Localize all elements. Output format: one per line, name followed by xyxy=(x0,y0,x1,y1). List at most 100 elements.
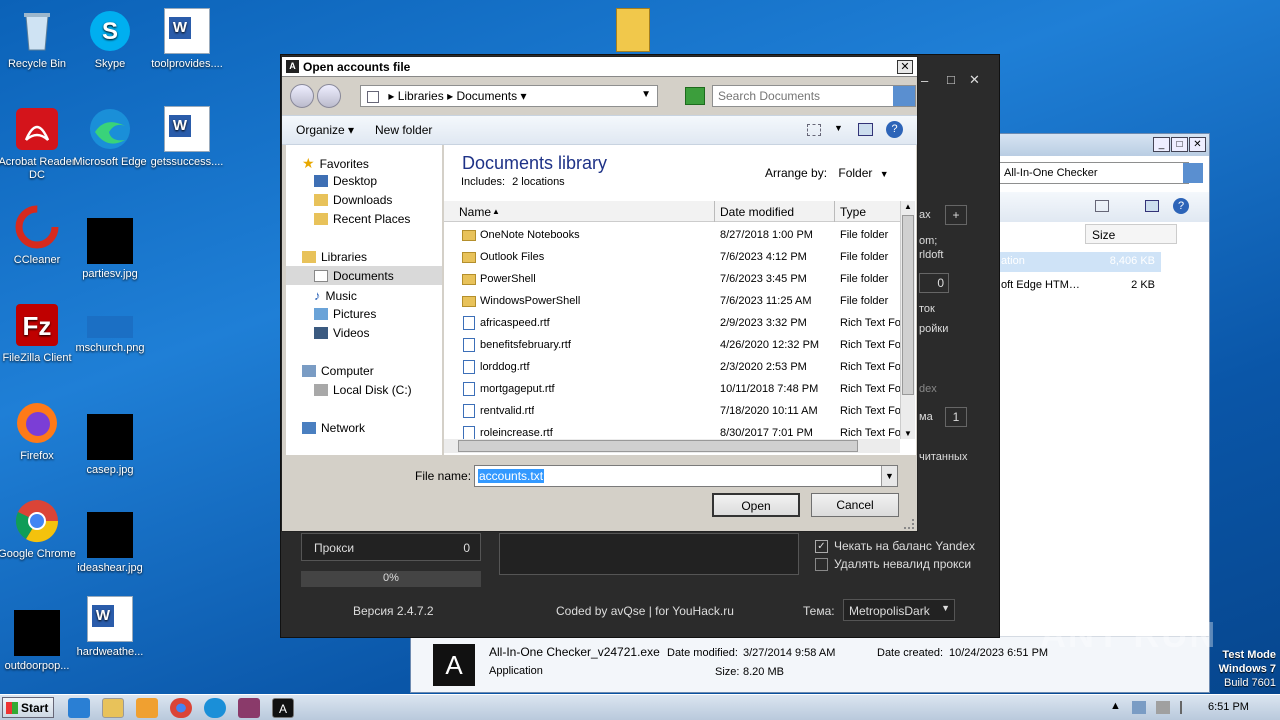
nav-libraries[interactable]: Libraries xyxy=(302,250,367,264)
media-player-icon[interactable] xyxy=(136,698,158,718)
column-type[interactable]: Type xyxy=(840,205,866,219)
nav-music[interactable]: ♪ Music xyxy=(314,288,357,303)
column-divider[interactable] xyxy=(714,201,715,222)
nav-local-disk[interactable]: Local Disk (C:) xyxy=(314,383,412,397)
nav-documents[interactable]: Documents xyxy=(314,269,394,283)
file-row[interactable]: roleincrease.rtf 8/30/2017 7:01 PM Rich … xyxy=(444,422,900,439)
ie-icon[interactable] xyxy=(68,698,90,718)
nav-pictures[interactable]: Pictures xyxy=(314,307,376,321)
open-button[interactable]: Open xyxy=(712,493,800,517)
column-date-modified[interactable]: Date modified xyxy=(720,205,794,219)
resize-grip[interactable] xyxy=(904,519,914,529)
column-divider[interactable] xyxy=(834,201,835,222)
desktop-icon-image-file[interactable]: casep.jpg xyxy=(70,400,150,477)
maximize-button[interactable]: □ xyxy=(947,72,955,87)
new-folder-button[interactable]: New folder xyxy=(375,123,432,137)
file-row[interactable]: rentvalid.rtf 7/18/2020 10:11 AM Rich Te… xyxy=(444,400,900,422)
desktop-icon-ccleaner[interactable]: CCleaner xyxy=(0,204,77,267)
desktop-icon-chrome[interactable]: Google Chrome xyxy=(0,498,77,561)
horizontal-scrollbar[interactable] xyxy=(444,439,900,453)
chrome-icon[interactable] xyxy=(170,698,192,718)
file-row[interactable]: OneNote Notebooks 8/27/2018 1:00 PM File… xyxy=(444,224,900,246)
cancel-button[interactable]: Cancel xyxy=(811,493,899,517)
maximize-button[interactable]: □ xyxy=(1171,137,1188,152)
nav-network[interactable]: Network xyxy=(302,421,365,435)
desktop-icon-image-file[interactable]: partiesv.jpg xyxy=(70,204,150,281)
desktop-icon-acrobat[interactable]: Acrobat Reader DC xyxy=(0,106,77,182)
delete-invalid-proxy-checkbox[interactable]: Удалять невалид прокси xyxy=(815,557,971,571)
nav-downloads[interactable]: Downloads xyxy=(314,193,392,207)
nav-desktop[interactable]: Desktop xyxy=(314,174,377,188)
desktop-icon-word-doc-3[interactable]: hardweathe... xyxy=(70,596,150,659)
nav-computer[interactable]: Computer xyxy=(302,364,374,378)
desktop-icon-skype[interactable]: S Skype xyxy=(70,8,150,71)
desktop-icon-word-doc[interactable]: toolprovides.... xyxy=(147,8,227,71)
close-button[interactable]: ✕ xyxy=(1189,137,1206,152)
number-stepper[interactable]: 0 xyxy=(919,273,949,293)
chevron-down-icon[interactable]: ▼ xyxy=(641,89,651,100)
search-input[interactable] xyxy=(713,86,891,106)
column-name[interactable]: Name xyxy=(459,205,491,219)
clock[interactable]: 6:51 PM xyxy=(1208,701,1249,713)
chevron-down-icon[interactable]: ▼ xyxy=(834,123,843,133)
breadcrumb-libraries[interactable]: Libraries xyxy=(398,89,444,103)
desktop-icon-word-doc-2[interactable]: getssuccess.... xyxy=(147,106,227,169)
add-button[interactable]: + xyxy=(945,205,967,225)
minimize-button[interactable]: _ xyxy=(1153,137,1170,152)
close-button[interactable]: ✕ xyxy=(969,72,980,88)
scroll-up-icon[interactable]: ▲ xyxy=(904,202,912,211)
refresh-button[interactable] xyxy=(685,87,705,105)
scrollbar-thumb[interactable] xyxy=(902,215,914,395)
list-item[interactable]: ation 8,406 KB xyxy=(999,252,1161,272)
file-row[interactable]: africaspeed.rtf 2/9/2023 3:32 PM Rich Te… xyxy=(444,312,900,334)
breadcrumb-documents[interactable]: Documents xyxy=(456,89,517,103)
desktop-icon-image-file[interactable]: ideashear.jpg xyxy=(70,498,150,575)
arrange-by-select[interactable]: Folder ▼ xyxy=(838,166,888,180)
file-name-input[interactable]: accounts.txt ▼ xyxy=(474,465,898,487)
file-row[interactable]: benefitsfebruary.rtf 4/26/2020 12:32 PM … xyxy=(444,334,900,356)
nav-recent-places[interactable]: Recent Places xyxy=(314,212,410,226)
view-options-icon[interactable] xyxy=(807,124,821,136)
show-hidden-icons-icon[interactable]: ▲ xyxy=(1110,700,1121,712)
checker-app-taskbar-icon[interactable]: A xyxy=(272,698,294,718)
close-button[interactable]: ✕ xyxy=(897,60,913,74)
desktop-icon-filezilla[interactable]: Fz FileZilla Client xyxy=(0,302,77,365)
search-box[interactable] xyxy=(712,85,916,107)
forward-button[interactable] xyxy=(317,84,341,108)
organize-menu[interactable]: Organize ▾ xyxy=(296,123,354,137)
list-item[interactable]: oft Edge HTM… 2 KB xyxy=(999,276,1161,296)
threads-stepper[interactable]: 1 xyxy=(945,407,967,427)
file-row[interactable]: mortgageput.rtf 10/11/2018 7:48 PM Rich … xyxy=(444,378,900,400)
breadcrumb-dropdown[interactable]: ▾ xyxy=(520,89,526,103)
scroll-down-icon[interactable]: ▼ xyxy=(904,429,912,438)
minimize-button[interactable]: – xyxy=(921,73,928,88)
help-icon[interactable]: ? xyxy=(1173,198,1189,214)
preview-pane-icon[interactable] xyxy=(1145,200,1159,212)
scrollbar-thumb[interactable] xyxy=(458,440,858,452)
chevron-down-icon[interactable]: ▼ xyxy=(881,466,897,486)
includes-locations-link[interactable]: 2 locations xyxy=(512,176,565,188)
desktop-icon-image-file[interactable]: outdoorpop... xyxy=(0,596,77,673)
back-button[interactable] xyxy=(290,84,314,108)
file-row[interactable]: Outlook Files 7/6/2023 4:12 PM File fold… xyxy=(444,246,900,268)
nav-videos[interactable]: Videos xyxy=(314,326,369,340)
nav-favorites[interactable]: ★ Favorites xyxy=(302,155,369,172)
tray-icon[interactable] xyxy=(1132,701,1146,714)
start-button[interactable]: Start xyxy=(2,697,54,718)
desktop-icon-image-file[interactable]: mschurch.png xyxy=(70,302,150,355)
size-column-header[interactable]: Size xyxy=(1085,224,1177,244)
file-row[interactable]: WindowsPowerShell 7/6/2023 11:25 AM File… xyxy=(444,290,900,312)
desktop-icon-recycle-bin[interactable]: Recycle Bin xyxy=(0,8,77,71)
yandex-checkbox[interactable]: ✓ Чекать на баланс Yandex xyxy=(815,539,975,553)
help-icon[interactable]: ? xyxy=(886,121,903,138)
view-options-icon[interactable] xyxy=(1095,200,1109,212)
theme-select[interactable]: MetropolisDark ▼ xyxy=(843,599,955,621)
desktop-icon-firefox[interactable]: Firefox xyxy=(0,400,77,463)
search-icon[interactable] xyxy=(893,86,915,106)
edge-icon[interactable] xyxy=(204,698,226,718)
tray-icon[interactable] xyxy=(1180,701,1194,714)
preview-pane-icon[interactable] xyxy=(858,123,873,136)
explorer-search-box[interactable]: All-In-One Checker xyxy=(999,162,1189,184)
search-icon[interactable] xyxy=(1183,163,1203,183)
address-bar[interactable]: ▸ Libraries ▸ Documents ▾ ▼ xyxy=(360,85,658,107)
